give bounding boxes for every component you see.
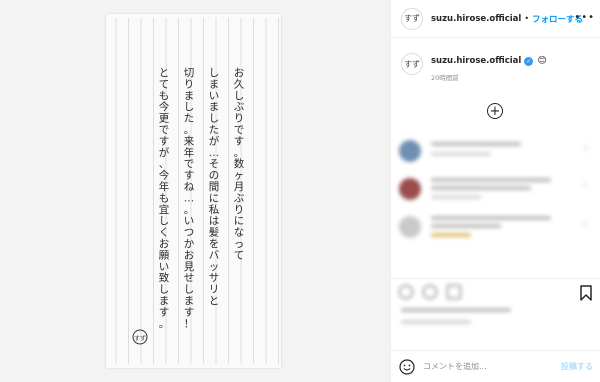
blurred-text — [431, 233, 471, 237]
comment-input[interactable] — [423, 362, 543, 371]
post-timestamp[interactable]: 20時間前 — [431, 72, 547, 82]
commenter-avatar — [399, 178, 421, 200]
comment-composer: 投稿する — [391, 350, 600, 382]
heart-icon[interactable] — [399, 285, 413, 299]
blurred-text — [431, 195, 481, 199]
emoji-picker-icon[interactable] — [399, 358, 415, 375]
blurred-text — [431, 152, 491, 156]
avatar-text: すず — [404, 14, 420, 23]
letter-column: しまいましたが…その間に私は髪をバッサリと — [209, 67, 220, 307]
blurred-text — [431, 186, 531, 190]
blurred-text — [431, 224, 501, 228]
signature: すず — [134, 335, 146, 343]
caption: すず suzu.hirose.official ✓ 😊 20時間前 — [401, 53, 596, 93]
bookmark-icon[interactable] — [579, 285, 593, 301]
letter-column: とても今更ですが、今年も宜しくお願い致します。 — [159, 67, 170, 330]
letter-column: お久しぶりです。数ヶ月ぶりになって — [234, 67, 245, 261]
blurred-text — [431, 178, 551, 182]
caption-emoji: 😊 — [537, 56, 547, 66]
action-bar — [391, 278, 600, 308]
letter-column: 切りました。来年ですね…。いつかお見せします！ — [184, 67, 195, 330]
caption-avatar[interactable]: すず — [401, 53, 423, 75]
action-icons-blurred — [399, 285, 461, 299]
post-media[interactable]: お久しぶりです。数ヶ月ぶりになって しまいましたが…その間に私は髪をバッサリと 切り… — [0, 0, 390, 382]
plus-icon: + — [489, 103, 501, 119]
commenter-avatar — [399, 216, 421, 238]
post-header: すず suzu.hirose.official • フォローする ••• — [391, 0, 600, 38]
likes-summary-blurred — [401, 308, 511, 332]
caption-username[interactable]: suzu.hirose.official — [431, 56, 521, 66]
post-panel: すず suzu.hirose.official • フォローする ••• すず … — [390, 0, 600, 382]
list-item[interactable]: ♡ — [391, 130, 600, 168]
avatar[interactable]: すず — [401, 7, 423, 30]
more-options-icon[interactable]: ••• — [574, 12, 595, 23]
load-more-comments-button[interactable]: + — [487, 103, 503, 119]
share-icon[interactable] — [447, 285, 461, 299]
post-comment-button[interactable]: 投稿する — [561, 361, 593, 372]
letter-svg: お久しぶりです。数ヶ月ぶりになって しまいましたが…その間に私は髪をバッサリと 切り… — [115, 18, 279, 364]
comment-list: ♡ ♡ ♡ — [391, 130, 600, 244]
verified-badge-icon: ✓ — [524, 56, 534, 66]
heart-icon[interactable]: ♡ — [582, 144, 589, 153]
list-item[interactable]: ♡ — [391, 206, 600, 244]
heart-icon[interactable]: ♡ — [582, 220, 589, 229]
letter-paper: お久しぶりです。数ヶ月ぶりになって しまいましたが…その間に私は髪をバッサリと 切り… — [106, 14, 281, 368]
blurred-text — [431, 216, 551, 220]
username-link[interactable]: suzu.hirose.official — [431, 14, 521, 24]
blurred-text — [431, 142, 521, 146]
avatar-text: すず — [404, 59, 420, 69]
heart-icon[interactable]: ♡ — [582, 182, 589, 191]
commenter-avatar — [399, 140, 421, 162]
separator-dot: • — [524, 14, 530, 23]
comment-icon[interactable] — [423, 285, 437, 299]
list-item[interactable]: ♡ — [391, 168, 600, 206]
